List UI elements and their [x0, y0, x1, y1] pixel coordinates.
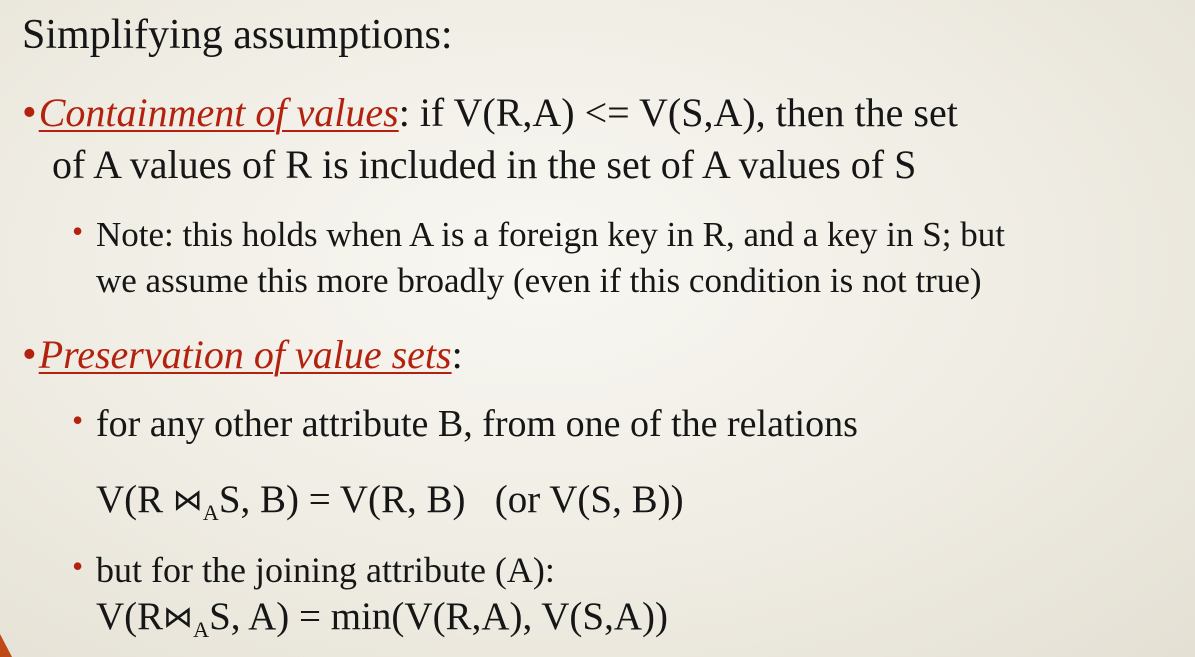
formula2-suffix: S, A) = min(V(R,A), V(S,A))	[209, 595, 668, 638]
slide-heading: Simplifying assumptions:	[22, 12, 453, 58]
note-text-1: Note: this holds when A is a foreign key…	[96, 215, 1005, 254]
join-symbol-icon: ⋈	[172, 483, 203, 518]
term-containment-of-values: Containment of values	[38, 90, 399, 135]
sub-bullet-dot: •	[72, 548, 84, 584]
containment-text-1: : if V(R,A) <= V(S,A), then the set	[398, 90, 958, 135]
join-symbol-icon: ⋈	[163, 600, 194, 635]
formula1-prefix: V(R	[96, 478, 173, 521]
bullet-containment-line1: •Containment of values: if V(R,A) <= V(S…	[22, 92, 958, 134]
bullet-dot: •	[22, 90, 37, 136]
any-attribute-text: for any other attribute B, from one of t…	[96, 403, 858, 445]
preservation-colon: :	[451, 332, 463, 377]
formula-other-attribute: V(R ⋈AS, B) = V(R, B) (or V(S, B))	[96, 478, 684, 524]
note-line2: we assume this more broadly (even if thi…	[96, 261, 982, 300]
formula-joining-attribute: V(R⋈AS, A) = min(V(R,A), V(S,A))	[96, 595, 668, 641]
join-subscript: A	[193, 617, 210, 642]
bullet-dot: •	[22, 332, 37, 378]
formula1-suffix: S, B) = V(R, B) (or V(S, B))	[218, 478, 684, 521]
note-line1: • Note: this holds when A is a foreign ke…	[72, 215, 1005, 254]
bullet-containment-line2: of A values of R is included in the set …	[52, 142, 917, 187]
corner-accent-decoration	[0, 634, 12, 657]
joining-attribute-text: but for the joining attribute (A):	[96, 550, 555, 590]
sub-bullet-any-attribute: • for any other attribute B, from one of …	[72, 403, 858, 445]
term-preservation-of-value-sets: Preservation of value sets	[38, 332, 452, 377]
join-subscript: A	[202, 500, 219, 525]
sub-bullet-joining-attribute: • but for the joining attribute (A):	[72, 550, 555, 590]
formula2-prefix: V(R	[96, 595, 164, 638]
sub-bullet-dot: •	[72, 213, 84, 249]
bullet-preservation-line: •Preservation of value sets:	[22, 334, 463, 376]
sub-bullet-dot: •	[72, 402, 84, 438]
